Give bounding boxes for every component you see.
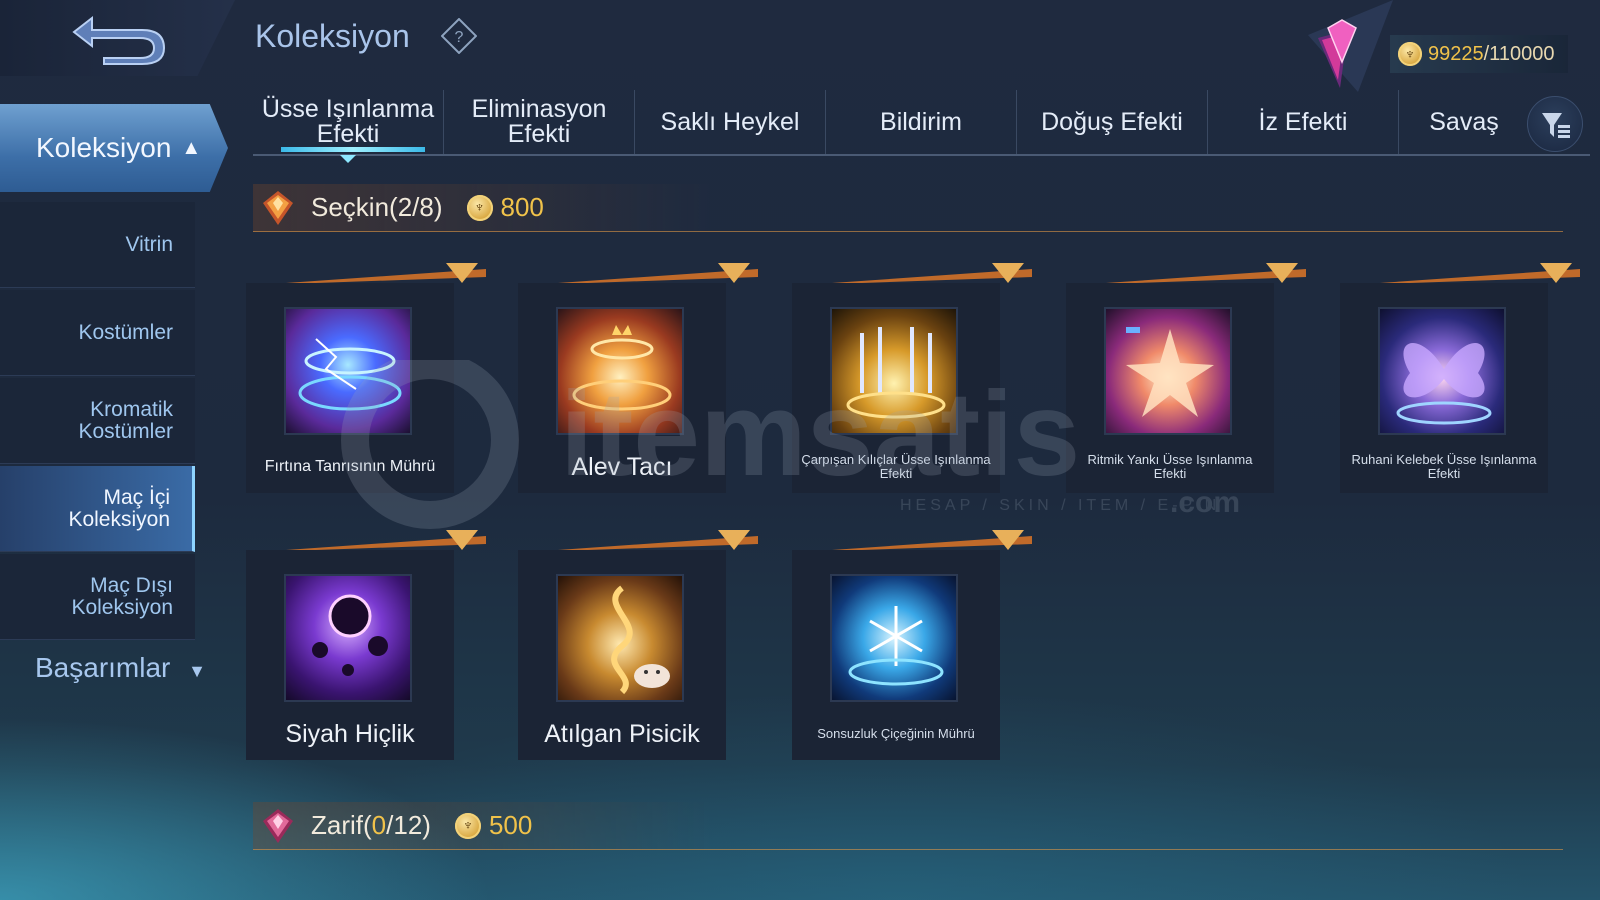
card-ribbon-icon xyxy=(286,530,486,550)
tab-label: Üsse Işınlanma Efekti xyxy=(261,95,435,148)
sidebar-item-vitrin[interactable]: Vitrin xyxy=(0,202,195,288)
effect-name: Çarpışan Kılıçlar Üsse Işınlanma Efekti xyxy=(801,452,991,481)
sidebar-item-label: Vitrin xyxy=(125,232,173,256)
effect-name: Ruhani Kelebek Üsse Işınlanma Efekti xyxy=(1351,452,1537,481)
effect-card[interactable]: Siyah Hiçlik xyxy=(246,530,486,760)
effect-name: Siyah Hiçlik xyxy=(285,719,415,748)
effect-tabs: Üsse Işınlanma Efekti Eliminasyon Efekti… xyxy=(253,90,1590,163)
tab-sakli-heykel[interactable]: Saklı Heykel xyxy=(635,90,826,154)
section-header-zarif: Zarif(0/12) ♆ 500 xyxy=(253,802,1563,850)
effect-card[interactable]: Fırtına Tanrısının Mührü xyxy=(246,263,486,493)
card-ribbon-icon xyxy=(1106,263,1306,283)
chevron-up-icon: ▲ xyxy=(181,136,202,159)
effect-name: Atılgan Pisicik xyxy=(544,719,700,748)
collection-coin-icon: ♆ xyxy=(454,812,481,839)
currency-display: ♆ 99225/110000 xyxy=(1390,35,1568,73)
card-ribbon-icon xyxy=(832,530,1032,550)
tab-usse-isinlanma-efekti[interactable]: Üsse Işınlanma Efekti xyxy=(253,90,444,163)
sidebar-main-label: Koleksiyon xyxy=(36,132,172,163)
help-diamond-icon[interactable]: ? xyxy=(440,17,478,55)
tab-label: İz Efekti xyxy=(1258,107,1348,136)
effect-card[interactable]: Alev Tacı xyxy=(518,263,758,493)
card-ribbon-icon xyxy=(1380,263,1580,283)
card-ribbon-icon xyxy=(558,263,758,283)
section-header-seckin: Seçkin(2/8) ♆ 800 xyxy=(253,184,1563,232)
effect-card[interactable]: Çarpışan Kılıçlar Üsse Işınlanma Efekti xyxy=(792,263,1032,493)
effect-thumbnail xyxy=(556,574,684,702)
section-label-count: 0 xyxy=(371,810,387,840)
tab-iz-efekti[interactable]: İz Efekti xyxy=(1208,90,1399,154)
page-title: Koleksiyon xyxy=(255,18,410,54)
effect-name: Fırtına Tanrısının Mührü xyxy=(264,458,436,475)
sidebar-item-kromatik-kostumler[interactable]: Kromatik Kostümler xyxy=(0,378,195,464)
effect-card[interactable]: Ritmik Yankı Üsse Işınlanma Efekti xyxy=(1066,263,1306,493)
card-ribbon-icon xyxy=(558,530,758,550)
tab-savas[interactable]: Savaş xyxy=(1399,90,1529,154)
active-tab-caret-icon xyxy=(340,155,356,163)
section-label-prefix: Zarif( xyxy=(311,810,372,840)
effect-thumbnail xyxy=(556,307,684,435)
effect-name: Ritmik Yankı Üsse Işınlanma Efekti xyxy=(1087,452,1253,481)
collection-coin-icon: ♆ xyxy=(466,194,493,221)
sidebar-item-mac-disi-koleksiyon[interactable]: Maç Dışı Koleksiyon xyxy=(0,554,195,640)
sidebar-item-kostumler[interactable]: Kostümler xyxy=(0,290,195,376)
effect-thumbnail xyxy=(1104,307,1232,435)
effect-card[interactable]: Sonsuzluk Çiçeğinin Mührü xyxy=(792,530,1032,760)
section-cost: 500 xyxy=(488,810,533,840)
card-ribbon-icon xyxy=(286,263,486,283)
tab-label: Bildirim xyxy=(880,107,962,136)
effect-thumbnail xyxy=(1378,307,1506,435)
sidebar-main-collection[interactable]: Koleksiyon ▲ xyxy=(0,104,228,192)
effect-thumbnail xyxy=(284,574,412,702)
card-ribbon-icon xyxy=(832,263,1032,283)
back-arrow-icon xyxy=(72,15,166,65)
filter-icon xyxy=(1542,113,1570,138)
filter-button[interactable] xyxy=(1527,96,1583,152)
tab-label: Doğuş Efekti xyxy=(1041,107,1183,136)
sidebar-item-label: Maç Dışı Koleksiyon xyxy=(71,573,173,619)
effect-name: Sonsuzluk Çiçeğinin Mührü xyxy=(817,726,975,741)
achievements-label: Başarımlar xyxy=(35,652,171,683)
currency-value: 99225 xyxy=(1428,42,1484,65)
effect-thumbnail xyxy=(284,307,412,435)
sidebar-item-label: Maç İçi Koleksiyon xyxy=(68,485,170,531)
sidebar-achievements[interactable]: Başarımlar ▼ xyxy=(35,652,206,684)
orange-gem-icon xyxy=(263,190,293,225)
effect-card[interactable]: Atılgan Pisicik xyxy=(518,530,758,760)
sidebar-item-mac-ici-koleksiyon[interactable]: Maç İçi Koleksiyon xyxy=(0,466,195,552)
pink-gem-icon xyxy=(263,808,293,843)
section-cost: 800 xyxy=(500,192,544,222)
tab-label: Savaş xyxy=(1429,107,1499,136)
collection-coin-icon: ♆ xyxy=(1398,42,1422,66)
back-button[interactable] xyxy=(70,10,170,66)
tab-label: Eliminasyon Efekti xyxy=(471,95,607,148)
tab-dogus-efekti[interactable]: Doğuş Efekti xyxy=(1017,90,1208,154)
section-label: Zarif(0/12) xyxy=(311,810,431,841)
section-label-suffix: /12) xyxy=(386,810,431,840)
effect-thumbnail xyxy=(830,574,958,702)
watermark-tagline: HESAP / SKIN / ITEM / E-PIN xyxy=(900,497,1220,514)
effect-card[interactable]: Ruhani Kelebek Üsse Işınlanma Efekti xyxy=(1340,263,1580,493)
effect-name: Alev Tacı xyxy=(571,452,673,481)
currency-max: /110000 xyxy=(1483,42,1555,65)
tab-bildirim[interactable]: Bildirim xyxy=(826,90,1017,154)
sidebar-item-label: Kromatik Kostümler xyxy=(78,397,173,443)
tab-eliminasyon-efekti[interactable]: Eliminasyon Efekti xyxy=(444,90,635,154)
svg-text:?: ? xyxy=(455,29,464,46)
effect-thumbnail xyxy=(830,307,958,435)
sidebar-item-label: Kostümler xyxy=(78,320,173,344)
section-label: Seçkin(2/8) xyxy=(311,192,443,222)
tab-label: Saklı Heykel xyxy=(660,107,800,136)
chevron-down-icon: ▼ xyxy=(188,661,206,681)
